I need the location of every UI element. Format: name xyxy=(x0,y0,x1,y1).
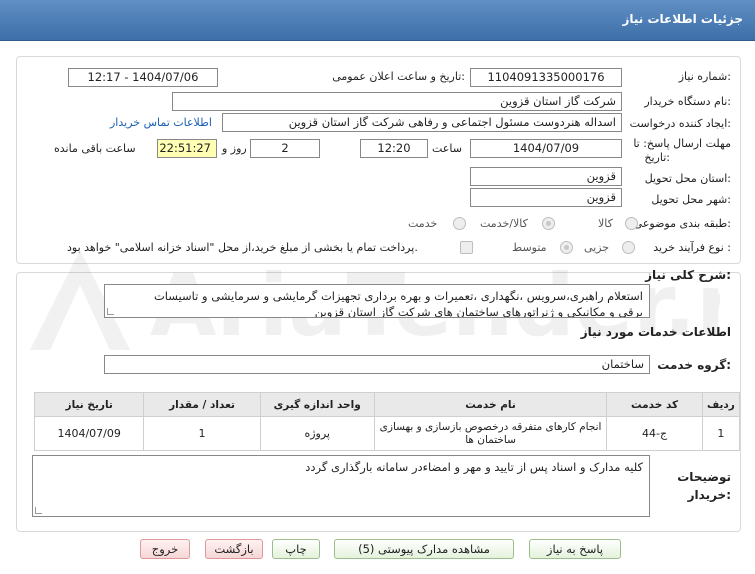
service-group-label: گروه خدمت: xyxy=(657,358,731,372)
days-field: 2 xyxy=(250,139,320,158)
category-option-goods-service-label: کالا/خدمت xyxy=(480,217,528,230)
cell-unit: پروژه xyxy=(259,416,375,451)
resize-grip-icon[interactable] xyxy=(35,507,42,514)
category-option-goods-service-radio[interactable] xyxy=(542,217,555,230)
deadline-date-field: 1404/07/09 xyxy=(470,139,622,158)
treasury-checkbox[interactable] xyxy=(460,241,473,254)
view-attachments-button[interactable]: مشاهده مدارک پیوستی (5) xyxy=(334,539,514,559)
creator-label: ایجاد کننده درخواست: xyxy=(629,117,731,130)
process-option-medium-label: متوسط xyxy=(512,241,547,254)
cell-service-name: انجام کارهای متفرقه درخصوص بازسازی و بهس… xyxy=(373,416,608,451)
cell-service-code: ج-44 xyxy=(606,416,703,451)
services-table: ردیف کد خدمت نام خدمت واحد اندازه گیری ت… xyxy=(33,392,741,451)
category-option-service-radio[interactable] xyxy=(453,217,466,230)
cell-row-number: 1 xyxy=(701,416,741,451)
page-title: جزئیات اطلاعات نیاز xyxy=(622,12,743,26)
time-label: ساعت xyxy=(432,142,462,155)
category-option-goods-radio[interactable] xyxy=(625,217,638,230)
days-label: روز و xyxy=(222,142,247,155)
process-option-medium-radio[interactable] xyxy=(560,241,573,254)
col-header-service-code: کد خدمت xyxy=(606,392,703,417)
general-info-panel xyxy=(16,56,741,264)
col-header-quantity: تعداد / مقدار xyxy=(143,392,261,417)
notes-label: توضیحات xyxy=(677,470,731,484)
cell-quantity: 1 xyxy=(143,416,261,451)
province-label: استان محل تحویل: xyxy=(644,172,731,185)
buyer-notes-text: کلیه مدارک و اسناد پس از تایید و مهر و ا… xyxy=(305,460,643,474)
remaining-time-field: 22:51:27 xyxy=(157,139,217,158)
title-bar: جزئیات اطلاعات نیاز xyxy=(0,0,755,41)
announce-field: 1404/07/06 - 12:17 xyxy=(68,68,218,87)
summary-label: شرح کلی نیاز: xyxy=(645,268,731,282)
cell-need-date: 1404/07/09 xyxy=(33,416,145,451)
buyer-org-label: نام دستگاه خریدار: xyxy=(644,95,731,108)
category-option-service-label: خدمت xyxy=(408,217,438,230)
table-header-row: ردیف کد خدمت نام خدمت واحد اندازه گیری ت… xyxy=(33,392,741,417)
creator-field: اسداله هنردوست مسئول اجتماعی و رفاهی شرک… xyxy=(222,113,622,132)
reply-button[interactable]: پاسخ به نیاز xyxy=(529,539,621,559)
need-number-field: 1104091335000176 xyxy=(470,68,622,87)
city-label: شهر محل تحویل: xyxy=(651,193,731,206)
announce-label: تاریخ و ساعت اعلان عمومی: xyxy=(332,70,465,83)
col-header-row-number: ردیف xyxy=(701,392,741,417)
need-number-label: شماره نیاز: xyxy=(678,70,731,83)
treasury-note: پرداخت تمام یا بخشی از مبلغ خرید،از محل … xyxy=(67,241,418,254)
notes-label-2: خریدار: xyxy=(687,488,731,502)
buyer-notes-textarea[interactable]: کلیه مدارک و اسناد پس از تایید و مهر و ا… xyxy=(32,455,650,517)
process-option-minor-label: جزیی xyxy=(584,241,610,254)
col-header-unit: واحد اندازه گیری xyxy=(259,392,375,417)
category-option-goods-label: کالا xyxy=(598,217,613,230)
buyer-contact-link[interactable]: اطلاعات تماس خریدار xyxy=(110,116,212,129)
summary-line-2: برقی و مکانیکی و ژنراتورهای ساختمان های … xyxy=(314,305,643,318)
service-group-field: ساختمان xyxy=(104,355,650,374)
table-row: 1 ج-44 انجام کارهای متفرقه درخصوص بازساز… xyxy=(33,416,741,451)
process-option-minor-radio[interactable] xyxy=(622,241,635,254)
buyer-org-field: شرکت گاز استان قزوین xyxy=(172,92,622,111)
print-button[interactable]: چاپ xyxy=(272,539,320,559)
category-label: طبقه بندی موضوعی: xyxy=(633,217,731,230)
remaining-label: ساعت باقی مانده xyxy=(54,142,136,155)
back-button[interactable]: بازگشت xyxy=(205,539,263,559)
deadline-date-label: تاریخ: xyxy=(644,151,670,164)
deadline-time-field: 12:20 xyxy=(360,139,428,158)
resize-grip-icon[interactable] xyxy=(107,308,114,315)
deadline-label: مهلت ارسال پاسخ: تا xyxy=(633,137,731,150)
province-field: قزوین xyxy=(470,167,622,186)
exit-button[interactable]: خروج xyxy=(140,539,190,559)
col-header-need-date: تاریخ نیاز xyxy=(33,392,145,417)
city-field: قزوین xyxy=(470,188,622,207)
process-type-label: نوع فرآیند خرید : xyxy=(653,241,731,254)
summary-line-1: استعلام راهبری،سرویس ،نگهداری ،تعمیرات و… xyxy=(153,289,643,303)
summary-textarea[interactable]: استعلام راهبری،سرویس ،نگهداری ،تعمیرات و… xyxy=(104,284,650,318)
col-header-service-name: نام خدمت xyxy=(373,392,608,417)
services-heading: اطلاعات خدمات مورد نیاز xyxy=(580,325,731,339)
